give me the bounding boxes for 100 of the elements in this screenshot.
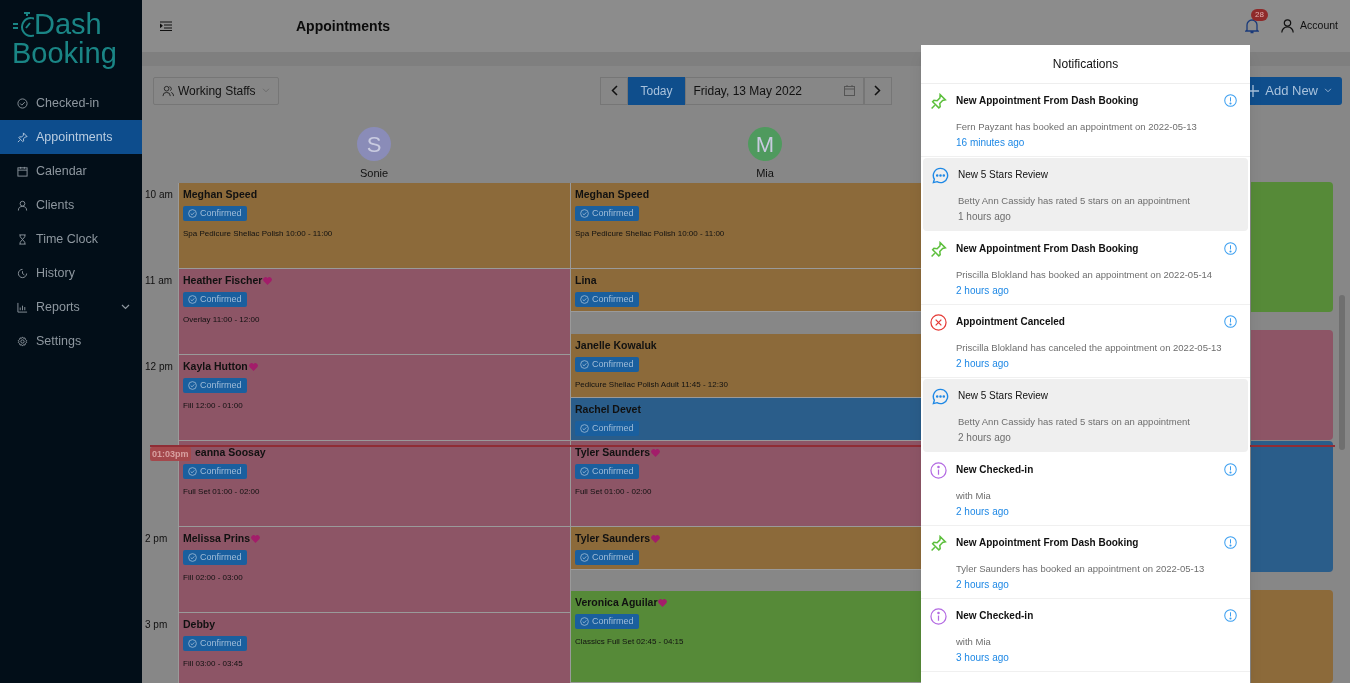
service-text: Spa Pedicure Shellac Polish 10:00 - 11:00 bbox=[575, 228, 726, 240]
staff-avatar: S bbox=[357, 127, 391, 161]
client-name: Meghan Speed bbox=[575, 188, 650, 201]
staff-filter-dropdown[interactable]: Working Staffs bbox=[153, 76, 279, 105]
appointment-card[interactable]: Debby Confirmed Fill 03:00 - 03:45 bbox=[179, 613, 570, 683]
notification-item[interactable]: New Appointment From Dash Booking Fern Payzant has booked an appointment on 2022-05-13 16 minutes ago bbox=[921, 84, 1250, 157]
appointment-card[interactable]: Heather Fischer Confirmed Overlay 11:00 - 12:00 bbox=[179, 269, 570, 355]
notification-item[interactable]: New Checked-in with Mia 3 hours ago bbox=[921, 599, 1250, 672]
sidebar-item[interactable]: Appointments bbox=[0, 120, 142, 154]
sidebar-item[interactable]: Reports bbox=[0, 290, 142, 324]
notification-text: Priscilla Blokland has canceled the appointment on 2022-05-13 bbox=[956, 341, 1223, 354]
menu-icon[interactable] bbox=[160, 21, 172, 31]
info-icon bbox=[1224, 609, 1237, 622]
hourglass-icon bbox=[17, 233, 28, 245]
notification-item[interactable]: New Appointment From Dash Booking Tyler Saunders has booked an appointment on 2022-05-13 2 hours ago bbox=[921, 526, 1250, 599]
notification-text: Tyler Saunders has booked an appointment on 2022-05-13 bbox=[956, 562, 1206, 575]
scrollbar-thumb[interactable] bbox=[1339, 295, 1345, 450]
staff-avatar: M bbox=[748, 127, 782, 161]
notification-time: 2 hours ago bbox=[956, 357, 1010, 370]
chevron-right-icon bbox=[874, 85, 881, 96]
previous-button[interactable] bbox=[600, 76, 629, 105]
notification-item[interactable]: New 5 Stars Review Betty Ann Cassidy has rated 5 stars on an appointment 1 hours ago bbox=[923, 158, 1248, 231]
page-title: Appointments bbox=[296, 16, 391, 36]
check-circle-icon bbox=[17, 97, 28, 109]
notification-item[interactable]: New Checked-in with Mia 2 hours ago bbox=[921, 453, 1250, 526]
check-circle-icon bbox=[580, 360, 589, 369]
notification-time: 1 hours ago bbox=[958, 210, 1012, 223]
check-circle-icon bbox=[580, 295, 589, 304]
status-badge: Confirmed bbox=[575, 206, 639, 221]
appointment-card[interactable]: Tyler Saunders Confirmed Full Set 01:00 - 02:00 bbox=[571, 441, 921, 527]
appointment-card[interactable]: Rachel Devet Confirmed bbox=[571, 398, 921, 441]
notification-count: 28 bbox=[1251, 9, 1268, 21]
sidebar-item[interactable]: Checked-in bbox=[0, 86, 142, 120]
notification-item[interactable]: Appointment Canceled Priscilla Blokland has canceled the appointment on 2022-05-13 2 hours ago bbox=[921, 305, 1250, 378]
notification-item[interactable]: New 5 Stars Review Betty Ann Cassidy has rated 5 stars on an appointment 2 hours ago bbox=[923, 379, 1248, 452]
check-circle-icon bbox=[188, 639, 197, 648]
client-name: Heather Fischer bbox=[183, 274, 263, 287]
users-icon bbox=[162, 84, 174, 97]
chevron-left-icon bbox=[611, 85, 618, 96]
sidebar-item[interactable]: Time Clock bbox=[0, 222, 142, 256]
service-text: Spa Pedicure Shellac Polish 10:00 - 11:00 bbox=[183, 228, 334, 240]
client-name: eanna Soosay bbox=[195, 446, 266, 459]
panel-title: Notifications bbox=[921, 45, 1250, 84]
sidebar-item[interactable]: Calendar bbox=[0, 154, 142, 188]
staff-name: Mia bbox=[756, 166, 774, 181]
check-circle-icon bbox=[188, 553, 197, 562]
notification-title: New Checked-in bbox=[956, 463, 1034, 477]
status-badge: Confirmed bbox=[575, 464, 639, 479]
info-icon bbox=[1224, 463, 1237, 476]
today-button[interactable]: Today bbox=[628, 76, 685, 105]
service-text: Full Set 01:00 - 02:00 bbox=[183, 486, 261, 498]
pushpin-icon bbox=[929, 241, 947, 258]
appointment-card[interactable]: Melissa Prins Confirmed Fill 02:00 - 03:00 bbox=[179, 527, 570, 613]
info-icon bbox=[1224, 315, 1237, 328]
status-badge: Confirmed bbox=[575, 357, 639, 372]
sidebar-item[interactable]: History bbox=[0, 256, 142, 290]
next-button[interactable] bbox=[863, 76, 892, 105]
info-icon bbox=[1224, 536, 1237, 549]
notification-title: Appointment Canceled bbox=[956, 315, 1065, 329]
client-name: Rachel Devet bbox=[575, 403, 641, 416]
sidebar-item[interactable]: Settings bbox=[0, 324, 142, 358]
date-field[interactable]: Friday, 13 May 2022 bbox=[684, 76, 864, 105]
pushpin-icon bbox=[17, 131, 28, 143]
sidebar-item[interactable]: Clients bbox=[0, 188, 142, 222]
time-label: 2 pm bbox=[145, 532, 168, 546]
appointment-card[interactable]: Veronica Aguilar Confirmed Classics Full Set 02:45 - 04:15 bbox=[571, 591, 921, 683]
status-badge: Confirmed bbox=[183, 464, 247, 479]
notification-item[interactable]: New Appointment From Dash Booking Priscilla Blokland has booked an appointment on 2022-05-14 2 hours ago bbox=[921, 232, 1250, 305]
check-circle-icon bbox=[580, 553, 589, 562]
check-circle-icon bbox=[188, 381, 197, 390]
appointment-card[interactable]: Lina Confirmed bbox=[571, 269, 921, 312]
notification-text: Betty Ann Cassidy has rated 5 stars on an appointment bbox=[958, 194, 1191, 207]
stopwatch-icon bbox=[12, 9, 34, 39]
info-icon bbox=[1224, 242, 1237, 255]
time-label: 3 pm bbox=[145, 618, 168, 632]
notification-time: 2 hours ago bbox=[958, 431, 1012, 444]
client-name: Tyler Saunders bbox=[575, 446, 651, 459]
account-link[interactable]: Account bbox=[1300, 18, 1338, 34]
check-circle-icon bbox=[580, 424, 589, 433]
appointment-card[interactable]: Meghan Speed Confirmed Spa Pedicure Shellac Polish 10:00 - 11:00 bbox=[179, 183, 570, 269]
logo-text: Booking bbox=[12, 39, 117, 68]
service-text: Fill 02:00 - 03:00 bbox=[183, 572, 244, 584]
appointment-card[interactable]: Meghan Speed Confirmed Spa Pedicure Shellac Polish 10:00 - 11:00 bbox=[571, 183, 921, 269]
user-icon[interactable] bbox=[1281, 19, 1295, 33]
pushpin-icon bbox=[929, 93, 947, 110]
check-circle-icon bbox=[188, 295, 197, 304]
check-circle-icon bbox=[188, 209, 197, 218]
service-text: Classics Full Set 02:45 - 04:15 bbox=[575, 636, 685, 648]
appointment-card[interactable]: Janelle Kowaluk Confirmed Pedicure Shellac Polish Adult 11:45 - 12:30 bbox=[571, 334, 921, 398]
appointment-card[interactable]: Tyler Saunders Confirmed bbox=[571, 527, 921, 570]
service-text: Pedicure Shellac Polish Adult 11:45 - 12:30 bbox=[575, 379, 729, 391]
calendar-icon bbox=[843, 85, 855, 96]
bell-icon[interactable] bbox=[1245, 18, 1260, 34]
calendar-icon bbox=[17, 165, 28, 177]
appointment-card[interactable]: Kayla Hutton Confirmed Fill 12:00 - 01:00 bbox=[179, 355, 570, 441]
notification-time: 2 hours ago bbox=[956, 505, 1010, 518]
time-label: 11 am bbox=[145, 274, 173, 288]
status-badge: Confirmed bbox=[183, 206, 247, 221]
notification-time: 2 hours ago bbox=[956, 284, 1010, 297]
client-name: Lina bbox=[575, 274, 597, 287]
